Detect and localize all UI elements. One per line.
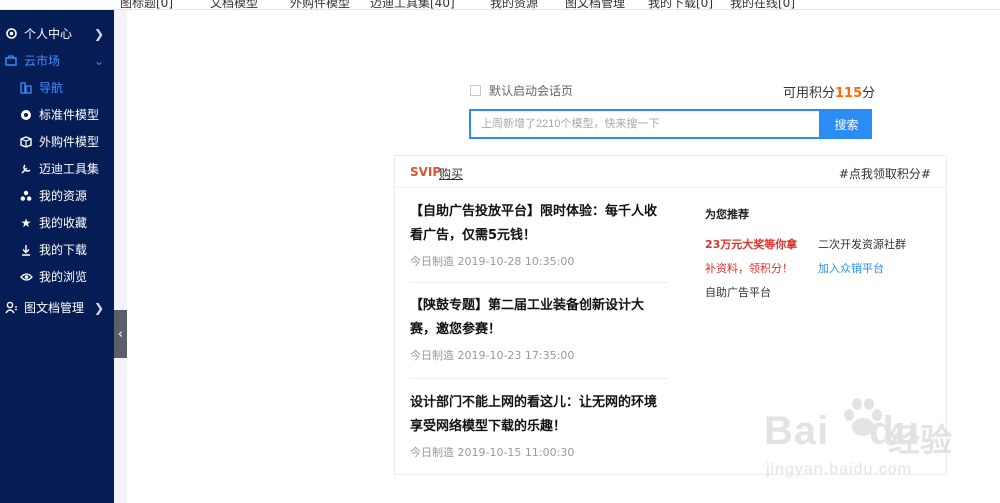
buy-link[interactable]: 购买 <box>439 165 463 182</box>
watermark-cn: 经验 <box>888 421 953 459</box>
sidebar-item-label: 标准件模型 <box>39 108 100 122</box>
toolbar-item[interactable]: 我的下载[0] <box>648 0 713 9</box>
navigation-icon <box>19 81 33 95</box>
eye-icon <box>19 270 33 284</box>
points-prefix: 可用积分 <box>783 86 836 101</box>
recommend-link[interactable]: 23万元大奖等你拿 <box>705 236 797 252</box>
recommend-link[interactable]: 二次开发资源社群 <box>818 236 906 252</box>
sidebar-item-label: 迈迪工具集 <box>39 162 100 176</box>
watermark-url: jingyan.baidu.com <box>766 461 912 478</box>
sidebar-item-personal-center[interactable]: 个人中心 ❯ <box>0 20 114 47</box>
gear-icon <box>4 27 18 41</box>
search-button[interactable]: 搜索 <box>821 109 872 139</box>
sidebar-item-label: 外购件模型 <box>39 135 100 149</box>
divider <box>410 282 668 283</box>
svip-label: SVIP <box>410 165 442 179</box>
recommend-link[interactable]: 加入众销平台 <box>818 260 884 276</box>
chevron-right-icon: ❯ <box>93 301 104 315</box>
sidebar-item-my-resources[interactable]: 我的资源 <box>0 182 114 209</box>
news-date: 今日制造 2019-10-23 17:35:00 <box>410 349 575 362</box>
sidebar-collapse-handle[interactable]: ‹ <box>114 310 127 358</box>
sidebar-item-toolset[interactable]: 迈迪工具集 <box>0 155 114 182</box>
earn-points-link[interactable]: #点我领取积分# <box>839 165 931 182</box>
chevron-right-icon: ❯ <box>93 27 104 41</box>
divider <box>410 378 668 379</box>
recommend-link[interactable]: 自助广告平台 <box>705 284 771 300</box>
sidebar: 个人中心 ❯ 云市场 ⌄ 导航 标准件模型 外购件模型 迈迪工具集 我的资源 ★… <box>0 10 114 503</box>
sidebar-item-navigation[interactable]: 导航 <box>0 74 114 101</box>
sidebar-item-label: 我的收藏 <box>39 216 88 230</box>
news-item[interactable]: 【陕鼓专题】第二届工业装备创新设计大赛，邀您参赛！ 今日制造 2019-10-2… <box>410 294 668 363</box>
resource-icon <box>19 189 33 203</box>
points-suffix: 分 <box>862 86 876 101</box>
sidebar-item-my-downloads[interactable]: 我的下载 <box>0 236 114 263</box>
user-doc-icon <box>4 301 18 315</box>
sidebar-item-label: 图文档管理 <box>24 301 85 315</box>
toolbar-item[interactable]: 图标题[0] <box>120 0 173 9</box>
paw-icon <box>844 398 882 436</box>
toolbar-item[interactable]: 图文档管理 <box>565 0 625 9</box>
sidebar-item-label: 个人中心 <box>24 27 73 41</box>
toolbar-item[interactable]: 我的资源 <box>490 0 538 9</box>
sidebar-item-label: 我的下载 <box>39 243 88 257</box>
points-value: 115 <box>835 86 863 101</box>
toolbar-item[interactable]: 外购件模型 <box>290 0 350 9</box>
news-title[interactable]: 【自助广告投放平台】限时体验：每千人收看广告，仅需5元钱！ <box>410 200 668 248</box>
toolset-icon <box>19 162 33 176</box>
autostart-checkbox[interactable] <box>470 85 481 96</box>
news-date: 今日制造 2019-10-28 10:35:00 <box>410 255 575 268</box>
news-title[interactable]: 【陕鼓专题】第二届工业装备创新设计大赛，邀您参赛！ <box>410 294 668 342</box>
sidebar-item-purchased-parts[interactable]: 外购件模型 <box>0 128 114 155</box>
cloud-market-icon <box>4 54 18 68</box>
recommend-link[interactable]: 补资料，领积分！ <box>705 260 793 276</box>
sidebar-item-standard-parts[interactable]: 标准件模型 <box>0 101 114 128</box>
baidu-jingyan-watermark: Bai du 经验 jingyan.baidu.com <box>760 395 990 490</box>
toolbar-item[interactable]: 我的在线[0] <box>730 0 795 9</box>
available-points: 可用积分115分 <box>783 82 875 101</box>
sidebar-item-label: 云市场 <box>24 54 61 68</box>
sidebar-item-my-favorites[interactable]: ★ 我的收藏 <box>0 209 114 236</box>
download-icon <box>19 243 33 257</box>
news-title[interactable]: 设计部门不能上网的看这儿：让无网的环境享受网络模型下载的乐趣！ <box>410 391 668 439</box>
toolbar-item[interactable]: 迈迪工具集[40] <box>370 0 455 9</box>
news-item[interactable]: 设计部门不能上网的看这儿：让无网的环境享受网络模型下载的乐趣！ 今日制造 201… <box>410 391 668 460</box>
top-toolbar: 图标题[0] 文档模型 外购件模型 迈迪工具集[40] 我的资源 图文档管理 我… <box>0 0 1000 10</box>
toolbar-item[interactable]: 文档模型 <box>210 0 258 9</box>
star-icon: ★ <box>20 215 32 230</box>
chevron-left-icon: ‹ <box>117 326 124 342</box>
purchased-part-icon <box>19 135 33 149</box>
sidebar-item-doc-management[interactable]: 图文档管理 ❯ <box>0 294 114 321</box>
sidebar-item-label: 我的资源 <box>39 189 88 203</box>
autostart-label: 默认启动会话页 <box>489 84 574 98</box>
card-header: SVIP 购买 #点我领取积分# <box>395 156 946 188</box>
chevron-down-icon: ⌄ <box>93 54 104 68</box>
standard-part-icon <box>19 108 33 122</box>
news-item[interactable]: 【自助广告投放平台】限时体验：每千人收看广告，仅需5元钱！ 今日制造 2019-… <box>410 200 668 269</box>
sidebar-item-my-browsing[interactable]: 我的浏览 <box>0 263 114 290</box>
sidebar-item-cloud-market[interactable]: 云市场 ⌄ <box>0 47 114 74</box>
autostart-option[interactable]: 默认启动会话页 <box>470 82 573 99</box>
recommend-title: 为您推荐 <box>705 208 749 221</box>
search-input[interactable] <box>469 109 821 139</box>
news-date: 今日制造 2019-10-15 11:00:30 <box>410 446 575 459</box>
sidebar-item-label: 我的浏览 <box>39 270 88 284</box>
sidebar-item-label: 导航 <box>39 81 64 95</box>
